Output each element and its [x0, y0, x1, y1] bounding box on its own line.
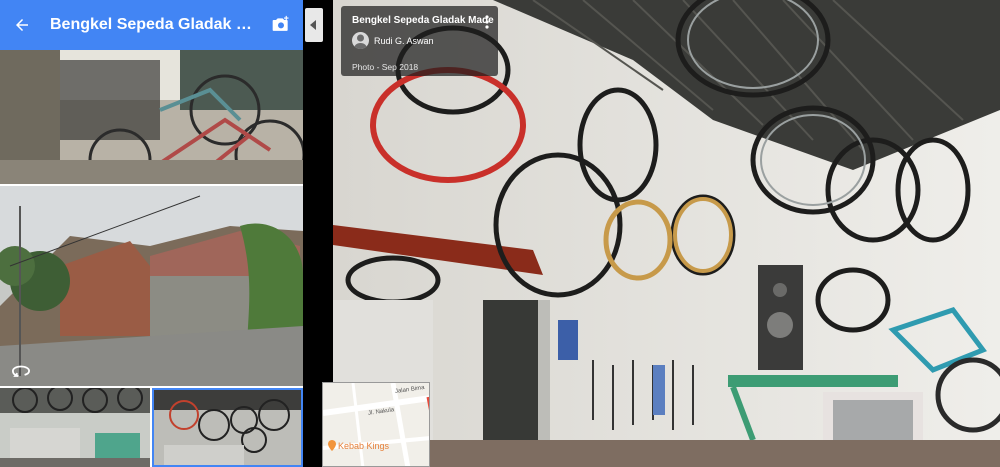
minimap[interactable]: Jalan Bima Jl. Nakula Kebab Kings	[322, 382, 430, 467]
avatar[interactable]	[352, 32, 369, 49]
back-button[interactable]	[0, 0, 44, 50]
photo-thumbnail-street[interactable]	[0, 186, 303, 386]
photo-thumbnail-tools[interactable]	[0, 388, 150, 467]
photo-sidebar: Bengkel Sepeda Gladak Made	[0, 0, 303, 467]
street-view-app: Bengkel Sepeda Gladak Made Bengkel Seped…	[0, 0, 1000, 467]
arrow-left-icon	[16, 19, 28, 31]
minimap-roads	[323, 383, 429, 466]
photo-thumbnail-wheels-selected[interactable]	[152, 388, 303, 467]
author-name[interactable]: Rudi G. Aswan	[374, 36, 434, 46]
add-photo-icon	[272, 15, 289, 31]
add-photo-button[interactable]	[259, 0, 303, 50]
header-bar: Bengkel Sepeda Gladak Made	[0, 0, 303, 50]
place-title: Bengkel Sepeda Gladak Made	[50, 16, 259, 33]
place-label-kebab-kings[interactable]: Kebab Kings	[338, 441, 389, 451]
photo-date: Photo - Sep 2018	[352, 62, 419, 72]
card-place-title[interactable]: Bengkel Sepeda Gladak Made	[352, 15, 494, 26]
chevron-left-icon	[310, 20, 316, 30]
more-vert-icon[interactable]	[482, 14, 492, 30]
photo-info-card: Bengkel Sepeda Gladak Made Rudi G. Aswan…	[341, 6, 498, 76]
photo-thumbnail-bicycles[interactable]	[0, 50, 303, 184]
collapse-panel-button[interactable]	[305, 8, 323, 42]
rotate-360-icon[interactable]	[10, 362, 32, 380]
restaurant-pin-icon	[328, 440, 336, 451]
